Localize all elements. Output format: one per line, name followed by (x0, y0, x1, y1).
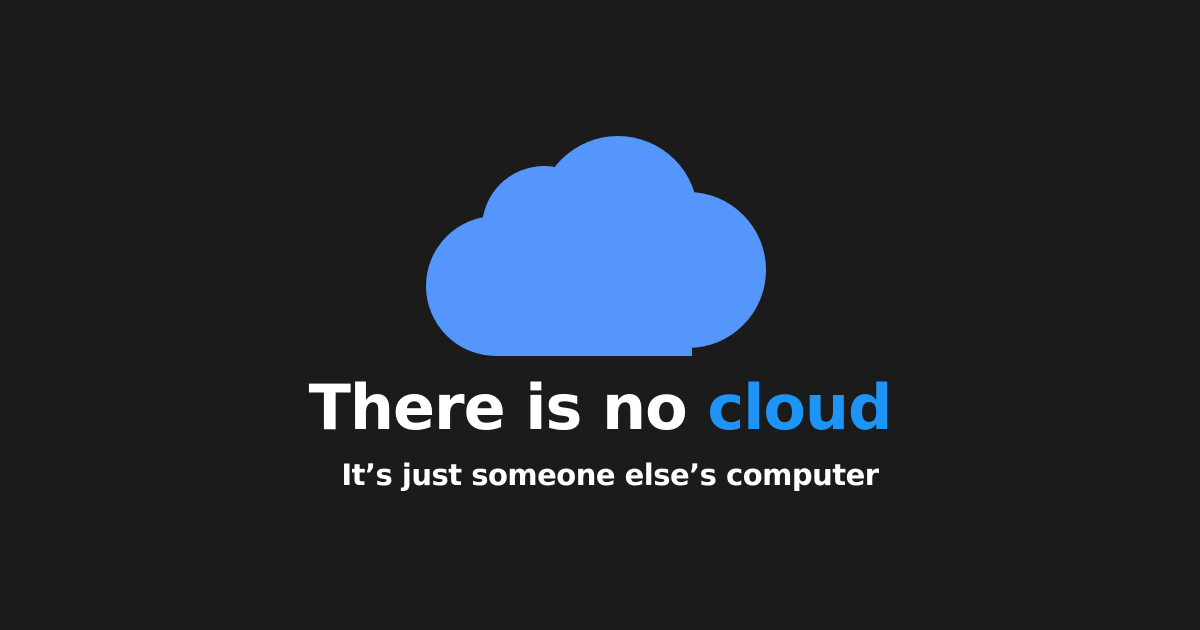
headline: There is no cloud (0, 366, 1200, 450)
tagline: It’s just someone else’s computer (341, 458, 879, 492)
cloud-icon (426, 136, 766, 356)
poster: { "headline": { "prefix": "There is no "… (0, 0, 1200, 630)
headline-accent-word: cloud (707, 371, 892, 444)
headline-prefix: There is no (308, 371, 708, 444)
